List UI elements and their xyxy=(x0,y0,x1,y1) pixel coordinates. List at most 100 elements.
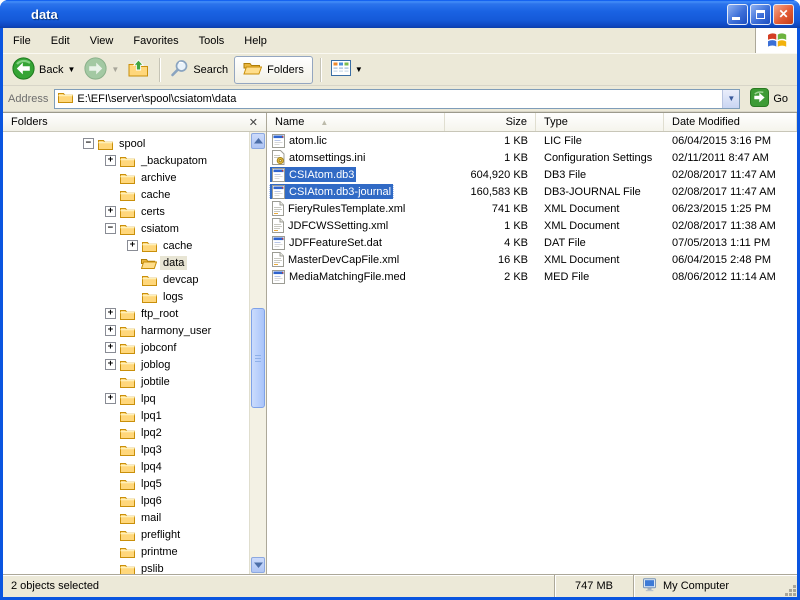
tree-item-label[interactable]: devcap xyxy=(160,273,201,287)
expand-icon[interactable]: + xyxy=(105,155,116,166)
tree-item-cache[interactable]: cache xyxy=(3,186,249,203)
file-name[interactable]: atom.lic xyxy=(289,135,327,147)
title-bar[interactable]: data ✕ xyxy=(0,0,800,28)
tree-item-label[interactable]: ftp_root xyxy=(138,307,181,321)
file-entry[interactable]: FieryRulesTemplate.xml xyxy=(270,201,407,216)
tree-item-label[interactable]: joblog xyxy=(138,358,173,372)
tree-item-label[interactable]: _backupatom xyxy=(138,154,210,168)
table-row[interactable]: CSIAtom.db3-journal160,583 KBDB3-JOURNAL… xyxy=(267,183,797,200)
table-row[interactable]: MasterDevCapFile.xml16 KBXML Document06/… xyxy=(267,251,797,268)
tree-item-label[interactable]: lpq5 xyxy=(138,477,165,491)
menu-help[interactable]: Help xyxy=(234,28,277,53)
file-entry[interactable]: JDFCWSSetting.xml xyxy=(270,218,390,233)
tree-item-label[interactable]: csiatom xyxy=(138,222,182,236)
tree-item-lpq2[interactable]: lpq2 xyxy=(3,424,249,441)
tree-item-lpq3[interactable]: lpq3 xyxy=(3,441,249,458)
tree-item-label[interactable]: preflight xyxy=(138,528,183,542)
tree-item-label[interactable]: archive xyxy=(138,171,179,185)
file-entry[interactable]: JDFFeatureSet.dat xyxy=(270,235,384,250)
tree-item-lpq1[interactable]: lpq1 xyxy=(3,407,249,424)
file-name[interactable]: atomsettings.ini xyxy=(289,152,365,164)
tree-item-label[interactable]: lpq2 xyxy=(138,426,165,440)
folders-toggle-button[interactable]: Folders xyxy=(234,56,313,84)
tree-item-data[interactable]: data xyxy=(3,254,249,271)
back-dropdown-icon[interactable]: ▼ xyxy=(67,65,75,74)
tree-item-cache[interactable]: +cache xyxy=(3,237,249,254)
tree-item-printme[interactable]: printme xyxy=(3,543,249,560)
file-entry[interactable]: MediaMatchingFile.med xyxy=(270,269,408,284)
expand-icon[interactable]: + xyxy=(105,206,116,217)
forward-button[interactable]: ▼ xyxy=(81,55,122,85)
table-row[interactable]: FieryRulesTemplate.xml741 KBXML Document… xyxy=(267,200,797,217)
file-name[interactable]: FieryRulesTemplate.xml xyxy=(288,203,405,215)
column-header-date-modified[interactable]: Date Modified xyxy=(664,113,797,131)
tree-item-ftp_root[interactable]: + ftp_root xyxy=(3,305,249,322)
file-name[interactable]: CSIAtom.db3-journal xyxy=(289,186,391,198)
views-dropdown-icon[interactable]: ▼ xyxy=(355,65,363,74)
back-button[interactable]: Back ▼ xyxy=(9,55,78,85)
tree-item-label[interactable]: cache xyxy=(138,188,173,202)
minimize-button[interactable] xyxy=(727,4,748,25)
scrollbar-thumb[interactable] xyxy=(251,308,265,408)
tree-item-label[interactable]: mail xyxy=(138,511,164,525)
collapse-icon[interactable]: − xyxy=(83,138,94,149)
tree-scrollbar[interactable] xyxy=(249,132,266,574)
file-name[interactable]: MasterDevCapFile.xml xyxy=(288,254,399,266)
tree-item-joblog[interactable]: + joblog xyxy=(3,356,249,373)
tree-item-label[interactable]: lpq1 xyxy=(138,409,165,423)
column-header-name[interactable]: Name ▲ xyxy=(267,113,445,131)
address-input[interactable]: E:\EFI\server\spool\csiatom\data ▼ xyxy=(54,89,740,109)
table-row[interactable]: JDFFeatureSet.dat4 KBDAT File07/05/2013 … xyxy=(267,234,797,251)
file-name[interactable]: CSIAtom.db3 xyxy=(289,169,354,181)
tree-item-archive[interactable]: archive xyxy=(3,169,249,186)
maximize-button[interactable] xyxy=(750,4,771,25)
expand-icon[interactable]: + xyxy=(105,325,116,336)
close-button[interactable]: ✕ xyxy=(773,4,794,25)
tree-item-label[interactable]: jobtile xyxy=(138,375,173,389)
menu-view[interactable]: View xyxy=(80,28,124,53)
close-folders-pane-icon[interactable]: ✕ xyxy=(249,116,258,129)
column-header-size[interactable]: Size xyxy=(445,113,536,131)
tree-item-label[interactable]: lpq3 xyxy=(138,443,165,457)
tree-item-label[interactable]: spool xyxy=(116,137,148,151)
tree-item-jobtile[interactable]: jobtile xyxy=(3,373,249,390)
tree-item-spool[interactable]: − spool xyxy=(3,135,249,152)
file-entry[interactable]: MasterDevCapFile.xml xyxy=(270,252,401,267)
expand-icon[interactable]: + xyxy=(105,393,116,404)
tree-item-_backupatom[interactable]: + _backupatom xyxy=(3,152,249,169)
selected-file[interactable]: CSIAtom.db3 xyxy=(270,167,356,182)
tree-item-label[interactable]: jobconf xyxy=(138,341,179,355)
tree-item-label[interactable]: certs xyxy=(138,205,168,219)
tree-item-certs[interactable]: + certs xyxy=(3,203,249,220)
file-entry[interactable]: atomsettings.ini xyxy=(270,150,367,165)
file-entry[interactable]: atom.lic xyxy=(270,133,329,148)
go-button[interactable]: Go xyxy=(750,88,788,110)
tree-item-lpq[interactable]: + lpq xyxy=(3,390,249,407)
expand-icon[interactable]: + xyxy=(105,342,116,353)
search-button[interactable]: Search xyxy=(167,57,231,83)
expand-icon[interactable]: + xyxy=(105,308,116,319)
address-dropdown-button[interactable]: ▼ xyxy=(722,90,739,108)
collapse-icon[interactable]: − xyxy=(105,223,116,234)
tree-item-mail[interactable]: mail xyxy=(3,509,249,526)
table-row[interactable]: CSIAtom.db3604,920 KBDB3 File02/08/2017 … xyxy=(267,166,797,183)
tree-item-harmony_user[interactable]: +harmony_user xyxy=(3,322,249,339)
table-row[interactable]: atom.lic1 KBLIC File06/04/2015 3:16 PM xyxy=(267,132,797,149)
file-name[interactable]: JDFCWSSetting.xml xyxy=(288,220,388,232)
resize-grip[interactable] xyxy=(793,593,796,596)
table-row[interactable]: JDFCWSSetting.xml1 KBXML Document02/08/2… xyxy=(267,217,797,234)
tree-item-label[interactable]: lpq6 xyxy=(138,494,165,508)
tree-item-label[interactable]: printme xyxy=(138,545,181,559)
tree-item-label[interactable]: lpq xyxy=(138,392,159,406)
tree-item-logs[interactable]: logs xyxy=(3,288,249,305)
expand-icon[interactable]: + xyxy=(105,359,116,370)
tree-item-label[interactable]: pslib xyxy=(138,562,167,575)
menu-favorites[interactable]: Favorites xyxy=(123,28,188,53)
up-button[interactable] xyxy=(125,57,152,82)
tree-item-lpq6[interactable]: lpq6 xyxy=(3,492,249,509)
file-name[interactable]: MediaMatchingFile.med xyxy=(289,271,406,283)
tree-item-csiatom[interactable]: − csiatom xyxy=(3,220,249,237)
menu-edit[interactable]: Edit xyxy=(41,28,80,53)
menu-tools[interactable]: Tools xyxy=(189,28,235,53)
views-button[interactable]: ▼ xyxy=(328,58,366,81)
